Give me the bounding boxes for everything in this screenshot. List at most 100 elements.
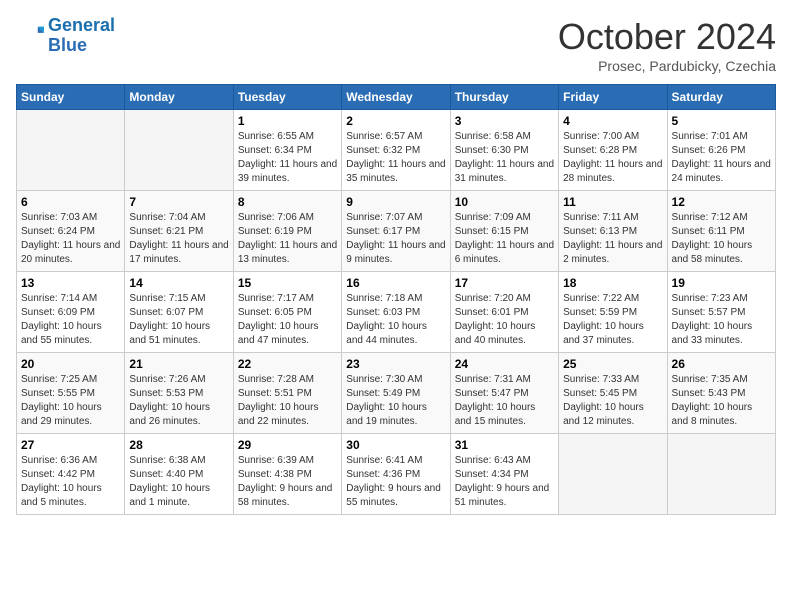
calendar-day-cell: 25 Sunrise: 7:33 AM Sunset: 5:45 PM Dayli… [559,353,667,434]
calendar-week-row: 27 Sunrise: 6:36 AM Sunset: 4:42 PM Dayli… [17,434,776,515]
calendar-day-cell [667,434,775,515]
day-info: Sunrise: 6:43 AM Sunset: 4:34 PM Dayligh… [455,454,554,510]
day-info: Sunrise: 7:17 AM Sunset: 6:05 PM Dayligh… [238,292,337,348]
calendar-week-row: 1Sunrise: 6:55 AM Sunset: 6:34 PM Daylig… [17,110,776,191]
calendar-day-cell: 19 Sunrise: 7:23 AM Sunset: 5:57 PM Dayli… [667,272,775,353]
day-number: 21 [129,357,228,371]
day-number: 11 [563,195,662,209]
day-number: 26 [672,357,771,371]
day-info: Sunrise: 7:14 AM Sunset: 6:09 PM Dayligh… [21,292,120,348]
weekday-header: Monday [125,85,233,110]
calendar-day-cell: 16 Sunrise: 7:18 AM Sunset: 6:03 PM Dayli… [342,272,450,353]
day-number: 6 [21,195,120,209]
calendar-day-cell: 17Sunrise: 7:20 AM Sunset: 6:01 PM Dayli… [450,272,558,353]
day-info: Sunrise: 7:22 AM Sunset: 5:59 PM Dayligh… [563,292,662,348]
day-info: Sunrise: 7:33 AM Sunset: 5:45 PM Dayligh… [563,373,662,429]
day-info: Sunrise: 7:18 AM Sunset: 6:03 PM Dayligh… [346,292,445,348]
month-title: October 2024 [558,16,776,58]
calendar-day-cell: 10 Sunrise: 7:09 AM Sunset: 6:15 PM Dayli… [450,191,558,272]
logo-icon [16,22,44,50]
calendar-day-cell: 8 Sunrise: 7:06 AM Sunset: 6:19 PM Daylig… [233,191,341,272]
day-number: 8 [238,195,337,209]
logo-text: General Blue [48,16,115,56]
day-number: 10 [455,195,554,209]
calendar-day-cell: 23Sunrise: 7:30 AM Sunset: 5:49 PM Dayli… [342,353,450,434]
day-number: 30 [346,438,445,452]
calendar-day-cell: 29Sunrise: 6:39 AM Sunset: 4:38 PM Dayli… [233,434,341,515]
day-number: 1 [238,114,337,128]
calendar-week-row: 20 Sunrise: 7:25 AM Sunset: 5:55 PM Dayli… [17,353,776,434]
day-number: 28 [129,438,228,452]
calendar-day-cell: 24 Sunrise: 7:31 AM Sunset: 5:47 PM Dayli… [450,353,558,434]
calendar-table: SundayMondayTuesdayWednesdayThursdayFrid… [16,84,776,515]
calendar-day-cell: 7 Sunrise: 7:04 AM Sunset: 6:21 PM Daylig… [125,191,233,272]
calendar-day-cell: 30Sunrise: 6:41 AM Sunset: 4:36 PM Dayli… [342,434,450,515]
day-info: Sunrise: 7:31 AM Sunset: 5:47 PM Dayligh… [455,373,554,429]
logo-blue: Blue [48,35,87,55]
calendar-day-cell: 21 Sunrise: 7:26 AM Sunset: 5:53 PM Dayli… [125,353,233,434]
day-info: Sunrise: 7:23 AM Sunset: 5:57 PM Dayligh… [672,292,771,348]
calendar-day-cell: 15 Sunrise: 7:17 AM Sunset: 6:05 PM Dayli… [233,272,341,353]
day-number: 24 [455,357,554,371]
day-number: 7 [129,195,228,209]
day-number: 14 [129,276,228,290]
weekday-header: Wednesday [342,85,450,110]
day-number: 4 [563,114,662,128]
day-number: 2 [346,114,445,128]
calendar-week-row: 6Sunrise: 7:03 AM Sunset: 6:24 PM Daylig… [17,191,776,272]
day-number: 20 [21,357,120,371]
calendar-day-cell: 18 Sunrise: 7:22 AM Sunset: 5:59 PM Dayli… [559,272,667,353]
calendar-day-cell [17,110,125,191]
day-info: Sunrise: 6:57 AM Sunset: 6:32 PM Dayligh… [346,130,445,186]
day-number: 13 [21,276,120,290]
calendar-day-cell: 13 Sunrise: 7:14 AM Sunset: 6:09 PM Dayli… [17,272,125,353]
day-info: Sunrise: 7:01 AM Sunset: 6:26 PM Dayligh… [672,130,771,186]
calendar-day-cell: 4Sunrise: 7:00 AM Sunset: 6:28 PM Daylig… [559,110,667,191]
calendar-day-cell: 9 Sunrise: 7:07 AM Sunset: 6:17 PM Daylig… [342,191,450,272]
day-number: 31 [455,438,554,452]
day-number: 18 [563,276,662,290]
calendar-day-cell: 26 Sunrise: 7:35 AM Sunset: 5:43 PM Dayli… [667,353,775,434]
day-number: 15 [238,276,337,290]
day-info: Sunrise: 7:25 AM Sunset: 5:55 PM Dayligh… [21,373,120,429]
day-number: 27 [21,438,120,452]
calendar-day-cell [559,434,667,515]
weekday-header: Tuesday [233,85,341,110]
day-number: 17 [455,276,554,290]
day-info: Sunrise: 6:38 AM Sunset: 4:40 PM Dayligh… [129,454,228,510]
calendar-day-cell: 14 Sunrise: 7:15 AM Sunset: 6:07 PM Dayli… [125,272,233,353]
day-info: Sunrise: 7:09 AM Sunset: 6:15 PM Dayligh… [455,211,554,267]
day-info: Sunrise: 7:06 AM Sunset: 6:19 PM Dayligh… [238,211,337,267]
calendar-day-cell: 11 Sunrise: 7:11 AM Sunset: 6:13 PM Dayli… [559,191,667,272]
calendar-week-row: 13 Sunrise: 7:14 AM Sunset: 6:09 PM Dayli… [17,272,776,353]
calendar-day-cell: 3Sunrise: 6:58 AM Sunset: 6:30 PM Daylig… [450,110,558,191]
page-header: General Blue October 2024 Prosec, Pardub… [16,16,776,74]
day-number: 25 [563,357,662,371]
calendar-day-cell: 22Sunrise: 7:28 AM Sunset: 5:51 PM Dayli… [233,353,341,434]
location-subtitle: Prosec, Pardubicky, Czechia [558,58,776,74]
weekday-header: Sunday [17,85,125,110]
calendar-day-cell: 31 Sunrise: 6:43 AM Sunset: 4:34 PM Dayli… [450,434,558,515]
calendar-day-cell: 12 Sunrise: 7:12 AM Sunset: 6:11 PM Dayli… [667,191,775,272]
calendar-day-cell: 27 Sunrise: 6:36 AM Sunset: 4:42 PM Dayli… [17,434,125,515]
calendar-day-cell: 6Sunrise: 7:03 AM Sunset: 6:24 PM Daylig… [17,191,125,272]
calendar-day-cell: 1Sunrise: 6:55 AM Sunset: 6:34 PM Daylig… [233,110,341,191]
day-info: Sunrise: 7:11 AM Sunset: 6:13 PM Dayligh… [563,211,662,267]
day-info: Sunrise: 7:04 AM Sunset: 6:21 PM Dayligh… [129,211,228,267]
day-number: 23 [346,357,445,371]
day-info: Sunrise: 7:15 AM Sunset: 6:07 PM Dayligh… [129,292,228,348]
day-info: Sunrise: 7:35 AM Sunset: 5:43 PM Dayligh… [672,373,771,429]
day-number: 9 [346,195,445,209]
calendar-day-cell: 5Sunrise: 7:01 AM Sunset: 6:26 PM Daylig… [667,110,775,191]
day-number: 12 [672,195,771,209]
day-number: 16 [346,276,445,290]
day-info: Sunrise: 6:36 AM Sunset: 4:42 PM Dayligh… [21,454,120,510]
day-info: Sunrise: 7:26 AM Sunset: 5:53 PM Dayligh… [129,373,228,429]
logo: General Blue [16,16,115,56]
day-info: Sunrise: 7:12 AM Sunset: 6:11 PM Dayligh… [672,211,771,267]
day-info: Sunrise: 7:07 AM Sunset: 6:17 PM Dayligh… [346,211,445,267]
weekday-header: Friday [559,85,667,110]
day-info: Sunrise: 7:28 AM Sunset: 5:51 PM Dayligh… [238,373,337,429]
day-info: Sunrise: 6:39 AM Sunset: 4:38 PM Dayligh… [238,454,337,510]
day-number: 19 [672,276,771,290]
